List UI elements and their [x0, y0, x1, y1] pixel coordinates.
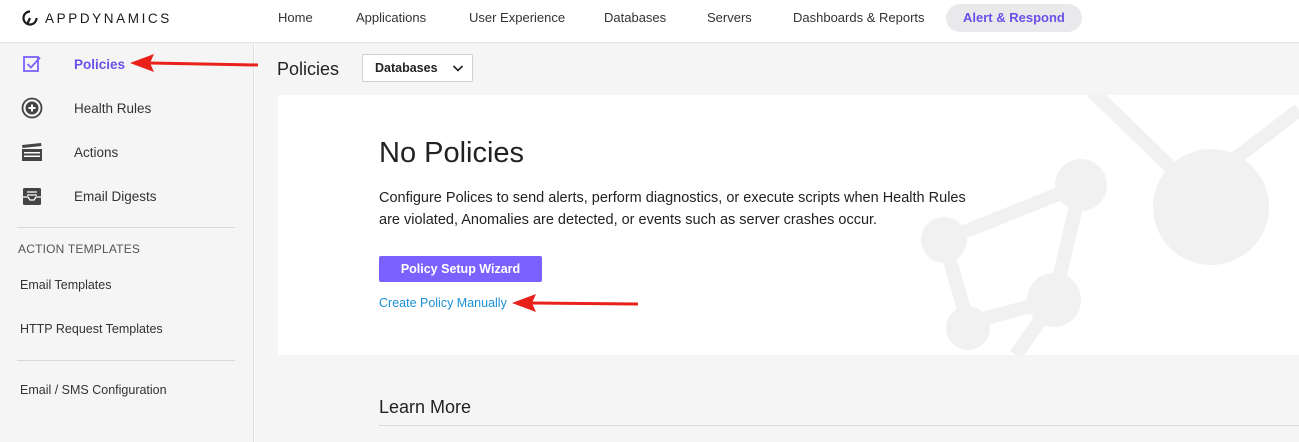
action-templates-heading: ACTION TEMPLATES — [18, 242, 141, 256]
logo-text: APPDYNAMICS — [45, 10, 172, 26]
learn-more-title: Learn More — [379, 397, 472, 417]
sidebar-divider — [17, 227, 235, 228]
sidebar-item-email-digests[interactable]: Email Digests — [0, 176, 254, 216]
learn-more-divider — [379, 425, 1299, 426]
sidebar-divider — [17, 360, 235, 361]
sidebar-item-label: Email Digests — [74, 188, 157, 204]
nav-applications[interactable]: Applications — [339, 4, 443, 32]
annotation-arrow-icon — [130, 54, 259, 72]
sidebar-link-http-request-templates[interactable]: HTTP Request Templates — [20, 322, 163, 336]
inbox-icon — [21, 185, 43, 207]
appdynamics-logo-icon — [22, 10, 38, 26]
nav-servers[interactable]: Servers — [690, 4, 769, 32]
top-nav-bar: APPDYNAMICS Home Applications User Exper… — [0, 0, 1299, 43]
plus-circle-icon — [21, 97, 43, 119]
chevron-down-icon — [452, 65, 464, 72]
nav-alert-respond[interactable]: Alert & Respond — [946, 4, 1082, 32]
app-logo[interactable]: APPDYNAMICS — [22, 9, 172, 27]
sidebar-item-label: Health Rules — [74, 100, 152, 116]
annotation-arrow-icon — [512, 294, 639, 312]
sidebar-item-actions[interactable]: Actions — [0, 132, 254, 172]
create-policy-manually-link[interactable]: Create Policy Manually — [379, 296, 507, 310]
sidebar-item-label: Actions — [74, 144, 119, 160]
page-title: Policies — [277, 59, 340, 79]
nav-dashboards-reports[interactable]: Dashboards & Reports — [776, 4, 942, 32]
main-content: Policies Databases No Policies Configure… — [255, 43, 1299, 442]
empty-state-description: Configure Polices to send alerts, perfor… — [379, 190, 966, 228]
checkbox-icon — [21, 53, 43, 75]
clapperboard-icon — [21, 141, 43, 163]
application-type-select[interactable]: Databases — [362, 54, 473, 82]
policy-setup-wizard-button[interactable]: Policy Setup Wizard — [379, 256, 542, 282]
sidebar-link-email-templates[interactable]: Email Templates — [20, 278, 111, 292]
sidebar: Policies Health Rules Actions Email Dige… — [0, 43, 254, 442]
select-value: Databases — [375, 61, 438, 75]
nav-home[interactable]: Home — [261, 4, 330, 32]
nav-user-experience[interactable]: User Experience — [452, 4, 582, 32]
sidebar-item-health-rules[interactable]: Health Rules — [0, 88, 254, 128]
nav-databases[interactable]: Databases — [587, 4, 683, 32]
sidebar-link-email-sms-configuration[interactable]: Email / SMS Configuration — [20, 383, 167, 397]
empty-state-card: No Policies Configure Polices to send al… — [278, 95, 1299, 355]
sidebar-item-label: Policies — [74, 56, 126, 72]
empty-state-title: No Policies — [379, 137, 525, 169]
